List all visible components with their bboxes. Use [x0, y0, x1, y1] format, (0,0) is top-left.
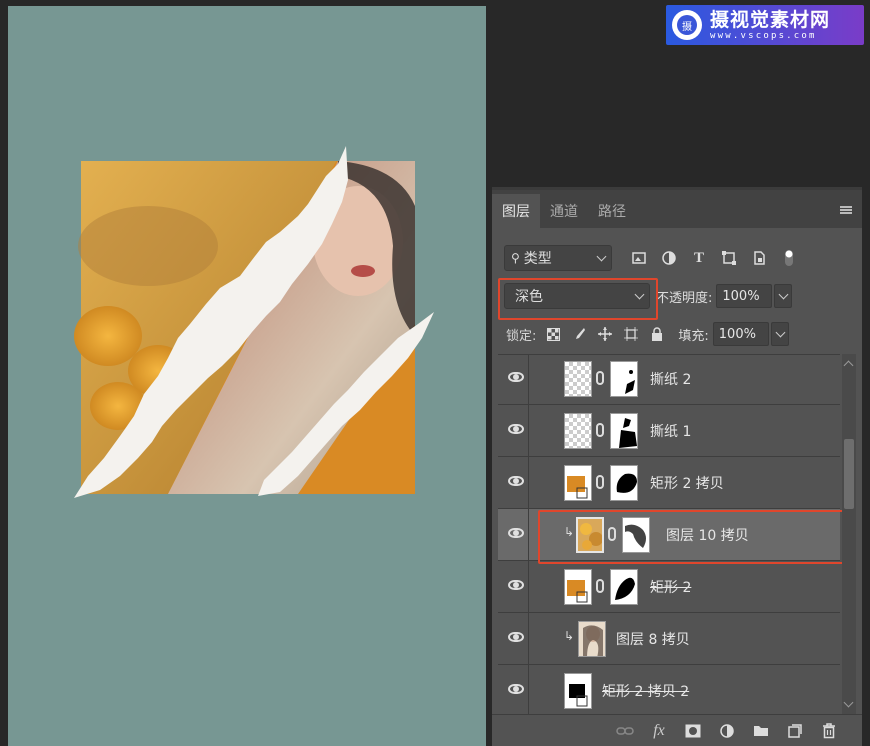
- watermark-url: www.vscops.com: [710, 31, 817, 41]
- delete-layer-icon[interactable]: [818, 720, 840, 742]
- layer-row[interactable]: 矩形 2 拷贝: [498, 457, 840, 509]
- fx-icon[interactable]: fx: [648, 720, 670, 742]
- document-canvas[interactable]: [8, 6, 486, 746]
- link-chain-icon[interactable]: [596, 423, 604, 437]
- layer-thumbnail: [564, 569, 592, 605]
- filter-kind-label: 类型: [523, 251, 552, 267]
- search-icon: ⚲: [511, 251, 520, 265]
- fill-input[interactable]: 100%: [712, 322, 769, 346]
- layer-mask-thumbnail[interactable]: [610, 569, 638, 605]
- type-filter-icon[interactable]: T: [688, 247, 710, 269]
- adjustment-layer-icon[interactable]: [716, 720, 738, 742]
- panel-tabs: 图层 通道 路径: [492, 190, 862, 228]
- visibility-eye-icon[interactable]: [508, 528, 524, 538]
- layer-name[interactable]: 矩形 2: [650, 577, 691, 597]
- tab-channels[interactable]: 通道: [540, 194, 588, 228]
- link-layers-icon[interactable]: [614, 720, 636, 742]
- layer-name[interactable]: 矩形 2 拷贝: [650, 473, 724, 493]
- link-chain-icon[interactable]: [596, 579, 604, 593]
- tab-layers[interactable]: 图层: [492, 194, 540, 228]
- scroll-down-icon[interactable]: [843, 697, 854, 708]
- lips: [351, 265, 375, 277]
- tab-paths[interactable]: 路径: [588, 194, 636, 228]
- image-filter-icon[interactable]: [628, 247, 650, 269]
- visibility-eye-icon[interactable]: [508, 372, 524, 382]
- layer-mask-thumbnail[interactable]: [610, 361, 638, 397]
- layer-name[interactable]: 撕纸 2: [650, 369, 691, 389]
- new-group-icon[interactable]: [750, 720, 772, 742]
- layer-list-scrollbar[interactable]: [842, 354, 856, 714]
- visibility-eye-icon[interactable]: [508, 580, 524, 590]
- selected-layer-highlight: [538, 510, 846, 564]
- filter-toggle-icon[interactable]: [778, 247, 800, 269]
- layer-thumbnail: [564, 361, 592, 397]
- lock-all-icon[interactable]: [648, 325, 666, 343]
- panel-menu-icon[interactable]: [840, 206, 852, 214]
- visibility-eye-icon[interactable]: [508, 684, 524, 694]
- layer-row[interactable]: ↳ 图层 8 拷贝: [498, 613, 840, 665]
- layer-thumbnail: [564, 673, 592, 709]
- opacity-label: 不透明度:: [656, 290, 713, 306]
- layer-row[interactable]: 矩形 2: [498, 561, 840, 613]
- link-chain-icon[interactable]: [596, 475, 604, 489]
- clipping-arrow-icon: ↳: [564, 629, 575, 643]
- lock-label: 锁定:: [506, 328, 537, 344]
- layers-panel: 图层 通道 路径 ⚲ 类型 T 深色 不透明度: 100% 锁定: 填充: 10…: [492, 187, 862, 746]
- link-chain-icon[interactable]: [596, 371, 604, 385]
- artwork: [74, 146, 434, 498]
- layer-thumbnail: [578, 621, 606, 657]
- watermark-logo: 摄: [672, 10, 702, 40]
- watermark: 摄 摄视觉素材网 www.vscops.com: [666, 5, 864, 45]
- layer-thumbnail: [564, 465, 592, 501]
- adjustment-filter-icon[interactable]: [658, 247, 680, 269]
- visibility-eye-icon[interactable]: [508, 632, 524, 642]
- texture-blur: [78, 206, 218, 286]
- lock-transparent-icon[interactable]: [544, 325, 562, 343]
- layer-name[interactable]: 撕纸 1: [650, 421, 691, 441]
- fill-label: 填充:: [678, 328, 709, 344]
- visibility-eye-icon[interactable]: [508, 476, 524, 486]
- lock-image-icon[interactable]: [570, 325, 588, 343]
- layer-name[interactable]: 矩形 2 拷贝 2: [602, 681, 689, 701]
- lock-position-icon[interactable]: [596, 325, 614, 343]
- blend-mode-highlight: [498, 278, 658, 320]
- layer-mask-thumbnail[interactable]: [610, 413, 638, 449]
- lock-artboard-icon[interactable]: [622, 325, 640, 343]
- filter-kind-select[interactable]: ⚲ 类型: [504, 245, 612, 271]
- scrollbar-thumb[interactable]: [844, 439, 854, 509]
- lock-row: 锁定: 填充: 100%: [506, 320, 852, 348]
- panel-footer: fx: [492, 714, 862, 746]
- layer-row[interactable]: 撕纸 2: [498, 355, 840, 405]
- layer-thumbnail: [564, 413, 592, 449]
- add-mask-icon[interactable]: [682, 720, 704, 742]
- scroll-up-icon[interactable]: [843, 360, 854, 371]
- new-layer-icon[interactable]: [784, 720, 806, 742]
- smart-object-filter-icon[interactable]: [748, 247, 770, 269]
- opacity-dropdown[interactable]: [774, 284, 793, 308]
- watermark-title: 摄视觉素材网: [710, 9, 831, 31]
- rose-1: [74, 306, 142, 366]
- opacity-input[interactable]: 100%: [716, 284, 773, 308]
- layer-name[interactable]: 图层 8 拷贝: [616, 629, 690, 649]
- fill-dropdown[interactable]: [770, 322, 789, 346]
- layer-row[interactable]: 矩形 2 拷贝 2: [498, 665, 840, 714]
- visibility-eye-icon[interactable]: [508, 424, 524, 434]
- layer-mask-thumbnail[interactable]: [610, 465, 638, 501]
- shape-filter-icon[interactable]: [718, 247, 740, 269]
- layer-filter-row: ⚲ 类型 T: [504, 244, 852, 272]
- layer-row[interactable]: 撕纸 1: [498, 405, 840, 457]
